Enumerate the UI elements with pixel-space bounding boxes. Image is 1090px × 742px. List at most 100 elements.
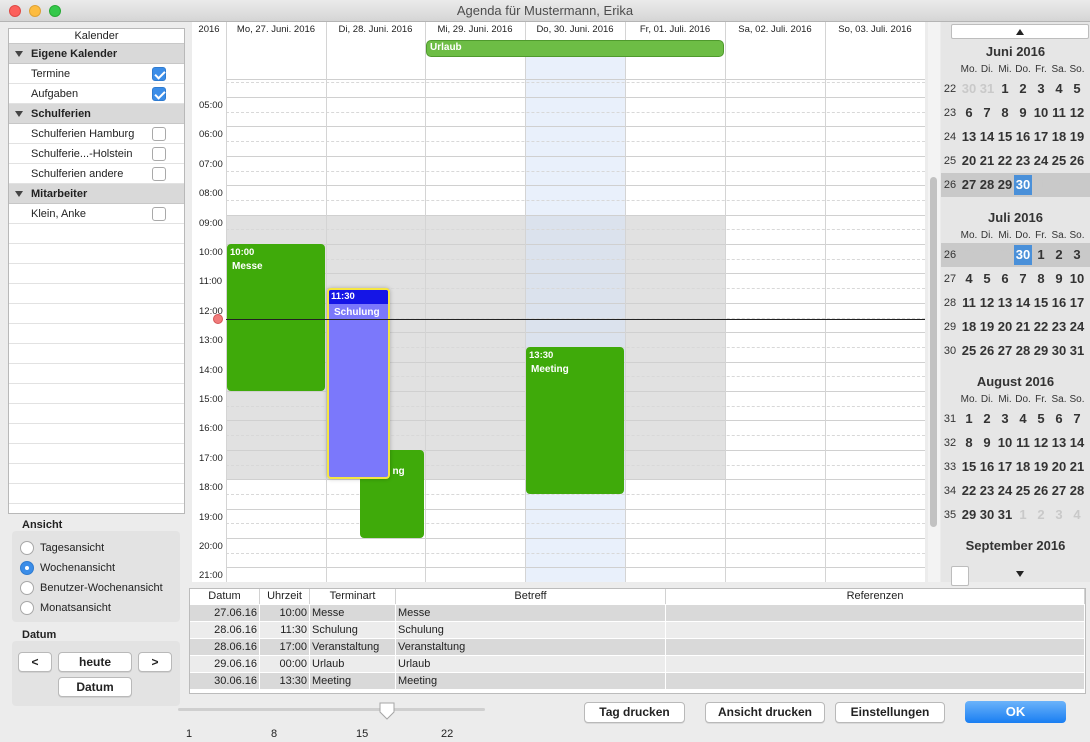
calendar-checkbox[interactable] xyxy=(152,207,166,221)
mini-day[interactable]: 22 xyxy=(1032,317,1050,337)
mini-day[interactable]: 22 xyxy=(960,481,978,501)
mini-day[interactable]: 4 xyxy=(1014,409,1032,429)
mini-day[interactable]: 13 xyxy=(1050,433,1068,453)
mini-day[interactable]: 29 xyxy=(996,245,1014,265)
mini-day[interactable]: 9 xyxy=(978,433,996,453)
mini-day[interactable]: 19 xyxy=(1068,127,1086,147)
mini-day[interactable]: 10 xyxy=(996,433,1014,453)
mini-day[interactable]: 28 xyxy=(978,175,996,195)
mini-day[interactable]: 3 xyxy=(1050,505,1068,525)
mini-day[interactable]: 4 xyxy=(960,269,978,289)
mini-day[interactable]: 26 xyxy=(978,341,996,361)
radio-tagesansicht[interactable]: Tagesansicht xyxy=(20,540,104,556)
mini-day[interactable]: 27 xyxy=(1050,481,1068,501)
week-scrollbar[interactable] xyxy=(928,22,940,582)
mini-day[interactable]: 15 xyxy=(996,127,1014,147)
mini-day[interactable]: 8 xyxy=(1032,269,1050,289)
mini-day[interactable]: 20 xyxy=(960,151,978,171)
calendar-checkbox[interactable] xyxy=(152,87,166,101)
mini-day[interactable]: 31 xyxy=(978,79,996,99)
disclosure-triangle-icon[interactable] xyxy=(15,111,23,117)
mini-day[interactable]: 29 xyxy=(996,175,1014,195)
calendar-item[interactable]: Termine xyxy=(9,64,184,84)
appointment-event[interactable]: 13:30 Meeting xyxy=(526,346,624,494)
date-picker-button[interactable]: Datum xyxy=(58,677,132,697)
table-row[interactable]: 30.06.16 13:30 Meeting Meeting xyxy=(190,673,1085,690)
mini-day[interactable]: 1 xyxy=(1014,505,1032,525)
mini-day[interactable]: 2 xyxy=(978,409,996,429)
mini-day[interactable]: 12 xyxy=(1032,433,1050,453)
mini-day[interactable]: 5 xyxy=(978,269,996,289)
mini-day[interactable]: 5 xyxy=(1068,79,1086,99)
zoom-slider-knob[interactable] xyxy=(379,702,395,720)
calendar-item[interactable]: Aufgaben xyxy=(9,84,184,104)
mini-day[interactable]: 10 xyxy=(1032,103,1050,123)
mini-day[interactable]: 21 xyxy=(1014,317,1032,337)
mini-day[interactable]: 14 xyxy=(1068,433,1086,453)
mini-day[interactable]: 15 xyxy=(1032,293,1050,313)
mini-day[interactable]: 27 xyxy=(960,245,978,265)
mini-day[interactable]: 11 xyxy=(1014,433,1032,453)
calendar-checkbox[interactable] xyxy=(152,147,166,161)
mini-day[interactable]: 4 xyxy=(1050,79,1068,99)
mini-day[interactable]: 7 xyxy=(978,103,996,123)
mini-day[interactable]: 11 xyxy=(960,293,978,313)
mini-day[interactable]: 23 xyxy=(1050,317,1068,337)
mini-day[interactable]: 17 xyxy=(996,457,1014,477)
mini-day[interactable]: 16 xyxy=(1014,127,1032,147)
mini-day[interactable]: 24 xyxy=(1032,151,1050,171)
mini-day[interactable]: 19 xyxy=(1032,457,1050,477)
ok-button[interactable]: OK xyxy=(965,701,1066,723)
mini-day[interactable]: 1 xyxy=(1032,245,1050,265)
week-view[interactable]: 2016 05:00 06:00 07:00 08:00 09:00 10:00 11:00… xyxy=(192,22,925,582)
mini-day[interactable]: 28 xyxy=(978,245,996,265)
mini-day[interactable]: 19 xyxy=(978,317,996,337)
mini-day[interactable]: 13 xyxy=(996,293,1014,313)
day-header[interactable]: Sa, 02. Juli. 2016 xyxy=(725,22,825,40)
mini-day[interactable]: 14 xyxy=(978,127,996,147)
mini-day[interactable]: 20 xyxy=(1050,457,1068,477)
table-row[interactable]: 29.06.16 00:00 Urlaub Urlaub xyxy=(190,656,1085,673)
mini-day[interactable]: 23 xyxy=(978,481,996,501)
settings-button[interactable]: Einstellungen xyxy=(835,702,945,723)
mini-day[interactable]: 15 xyxy=(960,457,978,477)
next-button[interactable]: > xyxy=(138,652,172,672)
radio-wochenansicht[interactable]: Wochenansicht xyxy=(20,560,115,576)
mini-day[interactable]: 16 xyxy=(1050,293,1068,313)
mini-calendar-up-button[interactable] xyxy=(951,24,1089,39)
disclosure-triangle-icon[interactable] xyxy=(15,51,23,57)
mini-day[interactable]: 1 xyxy=(1032,175,1050,195)
mini-day[interactable]: 6 xyxy=(960,103,978,123)
mini-day[interactable]: 31 xyxy=(1068,341,1086,361)
mini-day[interactable]: 5 xyxy=(1032,409,1050,429)
mini-day[interactable]: 18 xyxy=(1014,457,1032,477)
table-row[interactable]: 27.06.16 10:00 Messe Messe xyxy=(190,605,1085,622)
mini-day[interactable]: 23 xyxy=(1014,151,1032,171)
mini-day[interactable]: 16 xyxy=(978,457,996,477)
mini-day[interactable]: 2 xyxy=(1050,245,1068,265)
calendar-item[interactable]: Klein, Anke xyxy=(9,204,184,224)
mini-day[interactable]: 21 xyxy=(978,151,996,171)
mini-day[interactable]: 11 xyxy=(1050,103,1068,123)
day-header[interactable]: Fr, 01. Juli. 2016 xyxy=(625,22,725,40)
print-day-button[interactable]: Tag drucken xyxy=(584,702,685,723)
mini-day[interactable]: 7 xyxy=(1068,409,1086,429)
scrollbar-thumb[interactable] xyxy=(930,177,937,527)
mini-day[interactable]: 6 xyxy=(996,269,1014,289)
day-header[interactable]: Di, 28. Juni. 2016 xyxy=(326,22,425,40)
table-column-header[interactable]: Terminart xyxy=(310,589,396,604)
mini-day[interactable]: 25 xyxy=(1014,481,1032,501)
table-row[interactable]: 28.06.16 17:00 Veranstaltung Veranstaltung xyxy=(190,639,1085,656)
calendar-group[interactable]: Eigene Kalender xyxy=(9,44,184,64)
calendar-item[interactable]: Schulferie...-Holstein xyxy=(9,144,184,164)
mini-day[interactable]: 30 xyxy=(1014,245,1032,265)
mini-day[interactable]: 29 xyxy=(960,505,978,525)
mini-day[interactable]: 18 xyxy=(960,317,978,337)
mini-day[interactable]: 24 xyxy=(1068,317,1086,337)
mini-day[interactable]: 18 xyxy=(1050,127,1068,147)
mini-day[interactable]: 26 xyxy=(1032,481,1050,501)
table-column-header[interactable]: Datum xyxy=(190,589,260,604)
zoom-slider-track[interactable] xyxy=(178,708,485,711)
appointment-event[interactable]: 11:30 Schulung xyxy=(327,288,390,480)
mini-day[interactable]: 17 xyxy=(1068,293,1086,313)
